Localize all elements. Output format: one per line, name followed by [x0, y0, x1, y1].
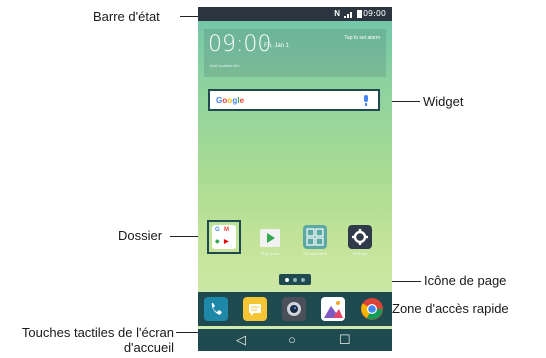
quick-access-dock	[198, 292, 392, 326]
clock-date: Fri, Jan 1	[264, 43, 290, 49]
chrome-icon[interactable]	[360, 297, 384, 321]
page-dot-active	[285, 278, 289, 282]
home-touch-keys-label-line1: Touches tactiles de l'écran	[21, 325, 174, 340]
app-label-play-store: Play Store	[260, 251, 280, 256]
page-dot	[301, 278, 305, 282]
status-bar: N 09:00	[198, 7, 392, 21]
clock-widget[interactable]: 09:00 Fri, Jan 1 Tap to set alarm Add lo…	[204, 29, 386, 77]
message-icon[interactable]	[243, 297, 267, 321]
home-touch-keys-label-line2: d'accueil	[123, 340, 174, 355]
folder-label: Dossier	[118, 228, 163, 243]
gmail-m-mini-icon: M	[224, 227, 229, 233]
folder-thumbnail: G M ◆ ▶	[212, 225, 236, 249]
status-bar-label: Barre d'état	[93, 9, 160, 24]
gmail-mini-icon: G	[215, 227, 220, 233]
phone-home-screen: N 09:00 09:00 Fri, Jan 1 Tap to set alar…	[198, 7, 392, 351]
home-button[interactable]: ○	[288, 332, 296, 348]
play-store-icon[interactable]	[258, 225, 282, 249]
phone-icon[interactable]	[204, 297, 228, 321]
app-label-management: Management	[303, 251, 327, 256]
page-dot	[293, 278, 297, 282]
location-hint[interactable]: Add location info	[210, 63, 240, 68]
back-button[interactable]: ◁	[236, 332, 246, 348]
status-time: 09:00	[362, 9, 386, 18]
status-bar-leader	[180, 16, 200, 17]
google-logo: Google	[216, 96, 245, 105]
quick-access-label: Zone d'accès rapide	[392, 301, 509, 316]
battery-icon	[357, 10, 362, 18]
clock-time: 09:00	[208, 32, 272, 57]
page-icon-label: Icône de page	[424, 273, 507, 288]
gallery-icon[interactable]	[321, 297, 345, 321]
maps-mini-icon: ◆	[215, 239, 220, 245]
camera-icon[interactable]	[282, 297, 306, 321]
recents-button[interactable]: ☐	[339, 332, 351, 348]
mic-icon[interactable]	[364, 95, 368, 102]
google-search-widget[interactable]: Google	[208, 89, 380, 111]
gear-icon[interactable]	[348, 225, 372, 249]
alarm-hint[interactable]: Tap to set alarm	[344, 35, 380, 41]
mic-stand-icon	[365, 103, 367, 106]
widget-label: Widget	[423, 94, 464, 109]
home-touch-keys-leader	[176, 332, 200, 333]
folder[interactable]: G M ◆ ▶	[207, 220, 241, 254]
home-touch-keys-bar: ◁ ○ ☐	[198, 329, 392, 351]
nfc-icon: N	[334, 9, 340, 18]
app-label-settings: Settings	[352, 251, 368, 256]
youtube-mini-icon: ▶	[224, 239, 229, 245]
signal-icon	[344, 12, 352, 18]
management-icon[interactable]	[303, 225, 327, 249]
page-indicator[interactable]	[279, 274, 311, 285]
